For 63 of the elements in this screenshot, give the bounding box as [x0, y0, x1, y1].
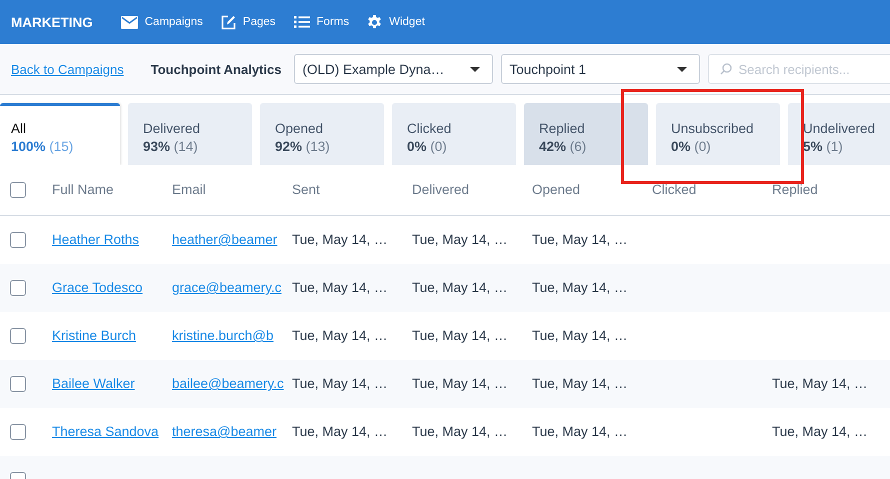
- date-cell: Tue, May 14, …: [772, 424, 868, 439]
- nav-link[interactable]: Widget: [367, 14, 425, 30]
- date-cell: Tue, May 14, …: [292, 328, 388, 343]
- caret-icon: [677, 66, 688, 72]
- recipient-name-link[interactable]: Heather Roths: [52, 232, 140, 247]
- recipient-name-link[interactable]: Kristine Burch: [52, 328, 136, 343]
- column-header: Delivered: [412, 182, 470, 197]
- filter-tab[interactable]: Opened 92% (13): [260, 103, 384, 165]
- row-checkbox[interactable]: [10, 424, 26, 440]
- date-cell: Tue, May 14, …: [532, 328, 628, 343]
- column-header: Opened: [532, 182, 580, 197]
- filter-tab[interactable]: Clicked 0% (0): [392, 103, 516, 165]
- date-cell: Tue, May 14, …: [292, 376, 388, 391]
- nav-link[interactable]: Campaigns: [120, 16, 203, 28]
- date-cell: Tue, May 14, …: [532, 424, 628, 439]
- column-header: Sent: [292, 182, 320, 197]
- list-icon: [294, 16, 310, 28]
- row-checkbox[interactable]: [10, 232, 26, 248]
- filter-tab[interactable]: Delivered 93% (14): [128, 103, 252, 165]
- column-header: Clicked: [652, 182, 696, 197]
- date-cell: Tue, May 14, …: [412, 424, 508, 439]
- edit-icon: [220, 14, 236, 30]
- settings-icon: [367, 14, 382, 30]
- recipient-name-link[interactable]: Grace Todesco: [52, 280, 143, 295]
- date-cell: Tue, May 14, …: [412, 280, 508, 295]
- date-cell: Tue, May 14, …: [532, 376, 628, 391]
- date-cell: Tue, May 14, …: [292, 280, 388, 295]
- row-checkbox[interactable]: [10, 376, 26, 392]
- date-cell: Tue, May 14, …: [532, 232, 628, 247]
- caret-icon: [470, 66, 480, 72]
- column-header: Full Name: [52, 182, 114, 197]
- row-checkbox[interactable]: [10, 328, 26, 344]
- email-link[interactable]: heather@beamer: [172, 232, 278, 247]
- page-title: Touchpoint Analytics: [150, 62, 282, 76]
- campaign-dropdown[interactable]: (OLD) Example Dyna…: [294, 54, 494, 84]
- search-field[interactable]: Search recipients...: [708, 54, 890, 84]
- filter-tab[interactable]: Replied 42% (6): [524, 103, 648, 165]
- date-cell: Tue, May 14, …: [412, 376, 508, 391]
- recipient-name-link[interactable]: Bailee Walker: [52, 376, 135, 391]
- date-cell: Tue, May 14, …: [292, 232, 388, 247]
- filter-tab[interactable]: Undelivered 5% (1): [788, 103, 890, 165]
- column-header: Email: [172, 182, 206, 197]
- back-link[interactable]: Back to Campaigns: [11, 62, 124, 76]
- date-cell: Tue, May 14, …: [292, 424, 388, 439]
- date-cell: Tue, May 14, …: [412, 232, 508, 247]
- email-link[interactable]: kristine.burch@b: [172, 328, 274, 343]
- email-link[interactable]: bailee@beamery.c: [172, 376, 284, 391]
- app-title: MARKETING: [11, 14, 93, 30]
- date-cell: Tue, May 14, …: [532, 280, 628, 295]
- recipient-name-link[interactable]: Theresa Sandova: [52, 424, 159, 439]
- nav-link[interactable]: Forms: [294, 16, 350, 28]
- select-all-checkbox[interactable]: [10, 182, 26, 198]
- email-link[interactable]: theresa@beamer: [172, 424, 277, 439]
- date-cell: Tue, May 14, …: [412, 328, 508, 343]
- filter-tab[interactable]: Unsubscribed 0% (0): [656, 103, 780, 165]
- envelope-icon: [120, 16, 138, 28]
- filter-tab[interactable]: All 100% (15): [0, 103, 120, 165]
- row-checkbox[interactable]: [10, 280, 26, 296]
- column-header: Replied: [772, 182, 818, 197]
- touchpoint-dropdown[interactable]: Touchpoint 1: [501, 54, 700, 84]
- email-link[interactable]: grace@beamery.c: [172, 280, 282, 295]
- date-cell: Tue, May 14, …: [772, 376, 868, 391]
- nav-link[interactable]: Pages: [220, 14, 276, 30]
